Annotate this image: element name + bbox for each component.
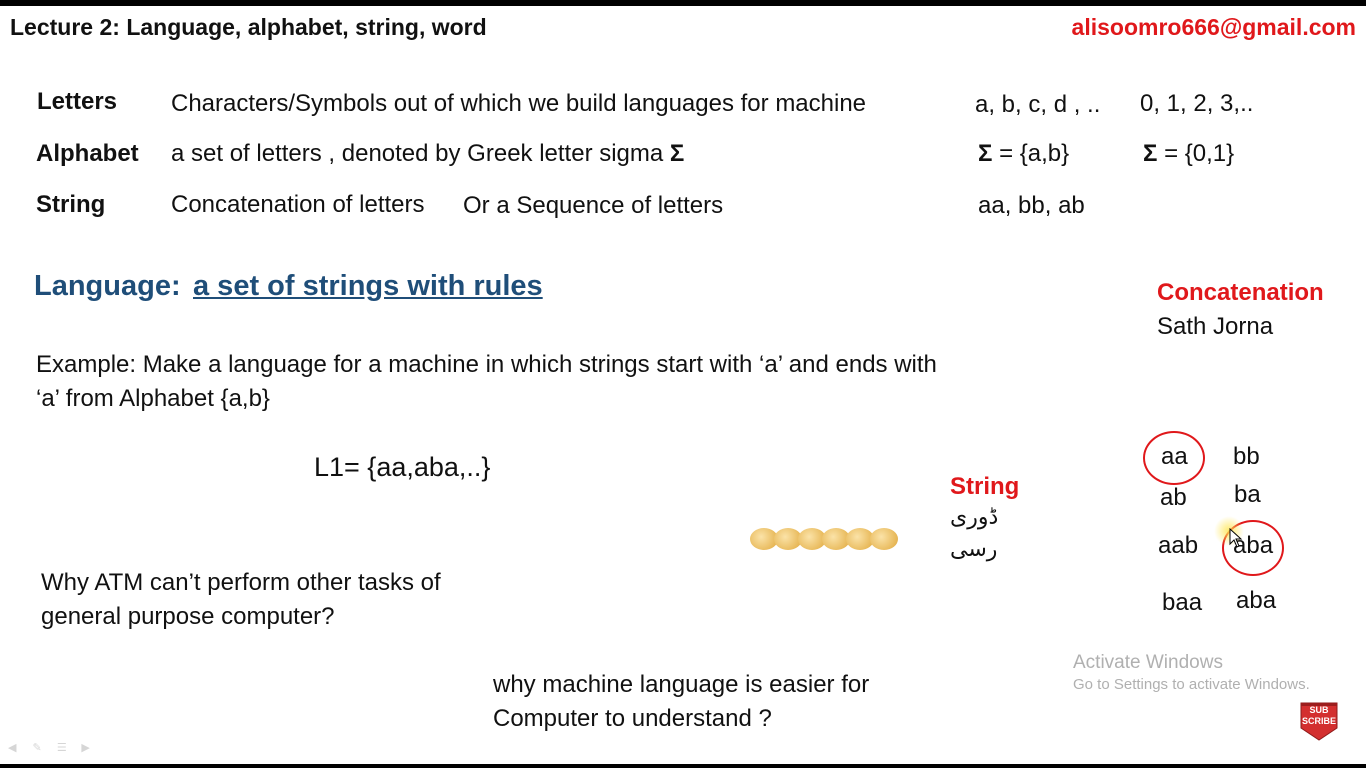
urdu-string-word-1: ڈوری (950, 505, 999, 530)
example-text: Example: Make a language for a machine i… (36, 351, 937, 412)
menu-icon[interactable]: ☰ (57, 741, 69, 754)
back-arrow-icon[interactable]: ◀ (8, 741, 20, 754)
example-alphabet-ab-set: = {a,b} (992, 140, 1070, 167)
bottom-border (0, 764, 1366, 768)
subscribe-line-2: SCRIBE (1301, 716, 1336, 726)
term-alphabet: Alphabet (36, 140, 139, 167)
activate-windows-subtitle: Go to Settings to activate Windows. (1073, 676, 1310, 693)
author-email: alisoomro666@gmail.com (1071, 14, 1356, 40)
sigma-symbol: Σ (978, 140, 993, 167)
example-letters-alpha: a, b, c, d , .. (975, 91, 1101, 118)
language-definition: a set of strings with rules (193, 270, 543, 302)
definition-alphabet: a set of letters , denoted by Greek lett… (171, 140, 684, 168)
word-baa: baa (1162, 589, 1203, 616)
beads-string-illustration (750, 528, 900, 552)
concatenation-heading: Concatenation (1157, 279, 1324, 306)
word-aab: aab (1158, 532, 1199, 559)
example-letters-digits: 0, 1, 2, 3,.. (1140, 90, 1254, 117)
urdu-string-word-2: رسی (950, 537, 998, 562)
definition-alphabet-text: a set of letters , denoted by Greek lett… (171, 140, 670, 167)
word-bb: bb (1233, 443, 1260, 470)
word-ba: ba (1234, 481, 1261, 508)
definition-string-sequence: Or a Sequence of letters (463, 192, 724, 219)
term-letters: Letters (37, 88, 118, 115)
bead (870, 528, 898, 550)
question-machine-language: why machine language is easier for Compu… (493, 671, 870, 732)
language-label: Language: (34, 270, 181, 302)
definition-string-concat: Concatenation of letters (171, 191, 425, 218)
language-set-l1: L1= {aa,aba,..} (314, 452, 491, 482)
slide-toolbar: ◀ ✎ ☰ ▶ (8, 738, 93, 756)
forward-arrow-icon[interactable]: ▶ (81, 741, 93, 754)
mouse-pointer-icon (1229, 528, 1243, 548)
subscribe-button[interactable]: SUB SCRIBE (1298, 700, 1340, 742)
example-alphabet-01-set: = {0,1} (1157, 140, 1235, 167)
subscribe-label: SUB SCRIBE (1298, 705, 1340, 727)
pen-icon[interactable]: ✎ (32, 741, 44, 754)
term-string: String (36, 191, 106, 218)
concatenation-translation: Sath Jorna (1157, 313, 1274, 340)
example-strings: aa, bb, ab (978, 192, 1085, 219)
top-border (0, 0, 1366, 6)
sigma-symbol: Σ (1143, 140, 1158, 167)
activate-windows-title: Activate Windows (1073, 652, 1223, 673)
definition-letters: Characters/Symbols out of which we build… (171, 90, 867, 117)
word-aba: aba (1236, 587, 1277, 614)
word-aa: aa (1161, 443, 1188, 470)
string-heading: String (950, 473, 1020, 500)
word-ab: ab (1160, 484, 1187, 511)
example-alphabet-01: Σ = {0,1} (1143, 140, 1234, 168)
subscribe-line-1: SUB (1309, 705, 1329, 715)
sigma-symbol: Σ (669, 140, 685, 167)
lecture-title: Lecture 2: Language, alphabet, string, w… (10, 14, 487, 40)
example-alphabet-ab: Σ = {a,b} (978, 140, 1069, 168)
question-atm: Why ATM can’t perform other tasks of gen… (41, 569, 441, 630)
